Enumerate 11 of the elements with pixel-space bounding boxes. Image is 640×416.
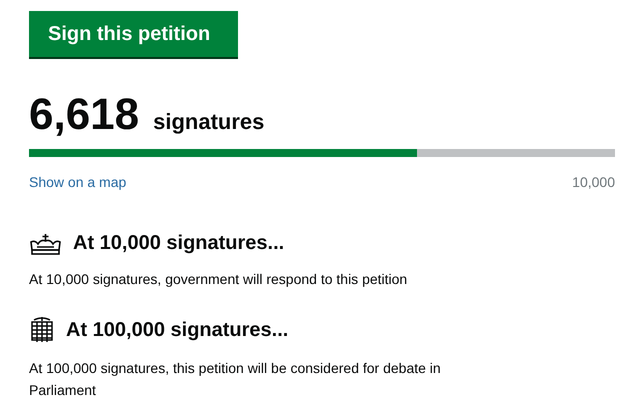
show-map-link[interactable]: Show on a map [29,174,126,190]
signatures-label: signatures [153,109,264,135]
signature-count: 6,618 [29,93,140,137]
milestone-text: At 10,000 signatures, government will respond to this petition [29,270,408,289]
milestone-text: At 100,000 signatures, this petition will be considered for debate in Parliament [29,359,442,400]
sign-petition-button[interactable]: Sign this petition [29,11,238,59]
target-count: 10,000 [572,174,615,190]
milestone-title: At 10,000 signatures... [73,232,284,255]
portcullis-icon [29,316,55,344]
crown-icon [29,232,62,254]
milestone-title: At 100,000 signatures... [66,318,288,342]
